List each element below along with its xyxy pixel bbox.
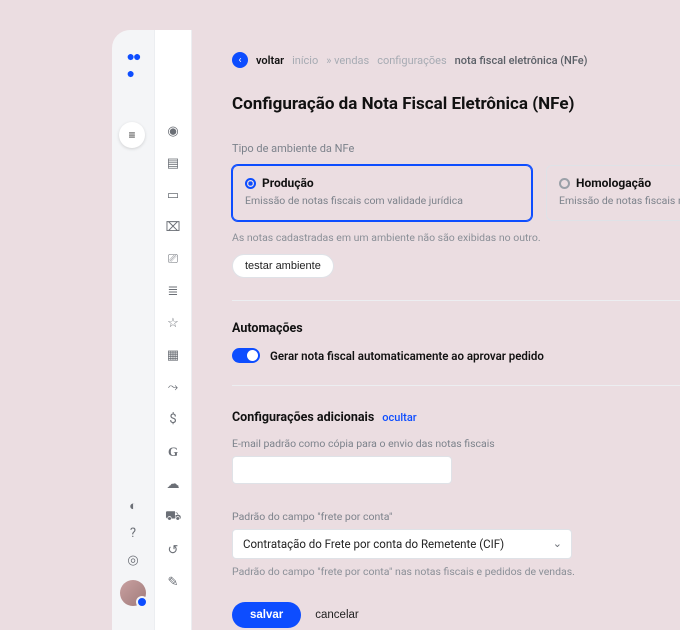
radio-on-icon [245,178,256,189]
shipping-icon[interactable]: ⛟ [165,509,181,526]
env-hint: As notas cadastradas em um ambiente não … [232,231,680,244]
divider [232,385,680,386]
radio-off-icon [559,178,570,189]
auto-invoice-toggle[interactable] [232,348,260,363]
automations-heading: Automações [232,321,680,336]
frete-select[interactable]: Contratação do Frete por conta do Remete… [232,529,572,559]
contrast-icon[interactable]: ◐ [129,498,137,514]
apps-icon[interactable]: ▦ [165,348,181,363]
crumb-current: nota fiscal eletrônica (NFe) [455,54,588,67]
briefcase-icon[interactable]: ⌧ [165,220,181,235]
outer-sidebar: ●●● ≡ ◐ ? ◎ [112,30,154,630]
module-sidebar: ◉ ▤ ▭ ⌧ ⎚ ≣ ☆ ▦ ⤳ $ G ☁ ⛟ ↺ ✎ [154,30,192,630]
help-icon[interactable]: ? [130,526,136,541]
inbox-icon[interactable]: ⎚ [165,252,181,267]
favorites-icon[interactable]: ☆ [165,316,181,331]
back-label[interactable]: voltar [256,54,284,67]
chevron-down-icon: ⌄ [553,537,562,550]
hide-additional-link[interactable]: ocultar [382,411,416,424]
overview-icon[interactable]: ◉ [165,124,181,139]
reports-icon[interactable]: ⤳ [165,380,181,395]
history-icon[interactable]: ↺ [165,543,181,558]
cloud-icon[interactable]: ☁ [165,477,181,492]
google-icon[interactable]: G [165,444,181,460]
menu-toggle-button[interactable]: ≡ [119,122,145,148]
auto-invoice-label: Gerar nota fiscal automaticamente ao apr… [270,349,544,363]
divider [232,300,680,301]
products-icon[interactable]: ▭ [165,188,181,203]
email-copy-input[interactable] [232,456,452,484]
crumb-home[interactable]: início [292,54,318,67]
back-button[interactable]: ‹ [232,52,248,68]
avatar[interactable] [120,580,146,606]
main-content: ‹ voltar início » vendas configurações n… [192,30,680,630]
crumb-sales[interactable]: » vendas [326,54,369,67]
breadcrumb: ‹ voltar início » vendas configurações n… [232,52,680,68]
crumb-settings[interactable]: configurações [377,54,446,67]
notifications-icon[interactable]: ◎ [127,553,138,568]
documents-icon[interactable]: ▤ [165,156,181,171]
edit-icon[interactable]: ✎ [165,575,181,590]
additional-heading: Configurações adicionais [232,410,374,425]
env-option-homologacao[interactable]: Homologação Emissão de notas fiscais no … [546,165,680,221]
frete-label: Padrão do campo "frete por conta" [232,510,680,523]
cancel-button[interactable]: cancelar [315,609,358,621]
env-label: Tipo de ambiente da NFe [232,142,680,155]
logo-icon: ●●● [127,48,140,82]
env-option-producao[interactable]: Produção Emissão de notas fiscais com va… [232,165,532,221]
test-environment-button[interactable]: testar ambiente [232,254,334,278]
frete-hint: Padrão do campo "frete por conta" nas no… [232,565,680,578]
finance-icon[interactable]: $ [165,412,181,427]
page-title: Configuração da Nota Fiscal Eletrônica (… [232,94,680,114]
email-copy-label: E-mail padrão como cópia para o envio da… [232,437,680,450]
save-button[interactable]: salvar [232,602,301,628]
list-icon[interactable]: ≣ [165,284,181,299]
